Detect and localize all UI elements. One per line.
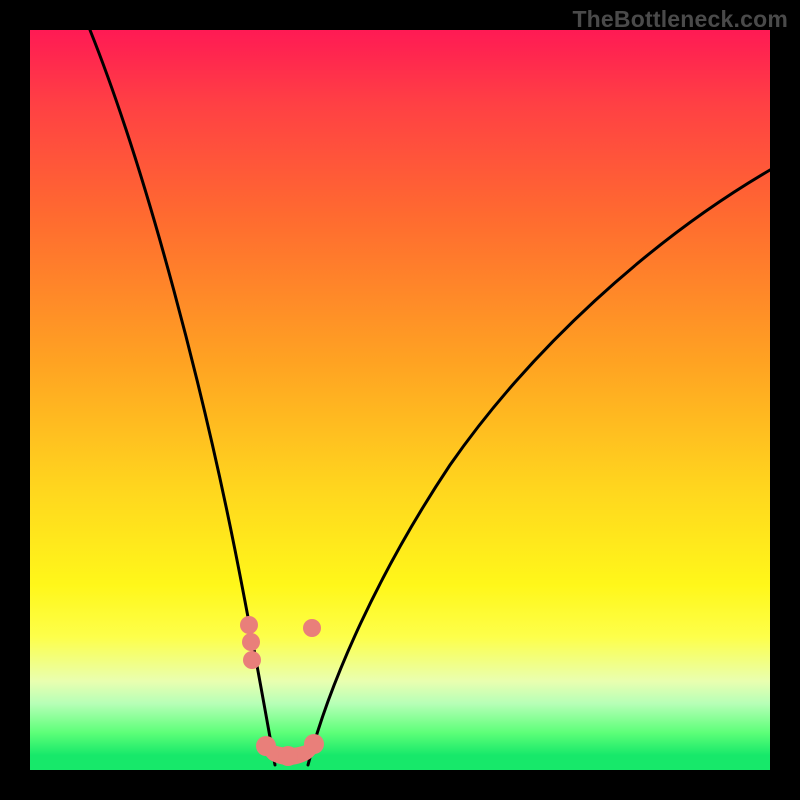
highlight-dot [243, 651, 261, 669]
gradient-plot-area [30, 30, 770, 770]
highlight-dot [303, 619, 321, 637]
curve-overlay [30, 30, 770, 770]
trough-highlight-cap [304, 734, 324, 754]
curve-right-branch [308, 170, 770, 765]
trough-highlight-cap [278, 746, 298, 766]
highlight-dot [242, 633, 260, 651]
trough-highlight-cap [256, 736, 276, 756]
chart-frame: TheBottleneck.com [0, 0, 800, 800]
watermark-text: TheBottleneck.com [572, 6, 788, 33]
highlight-dot [240, 616, 258, 634]
